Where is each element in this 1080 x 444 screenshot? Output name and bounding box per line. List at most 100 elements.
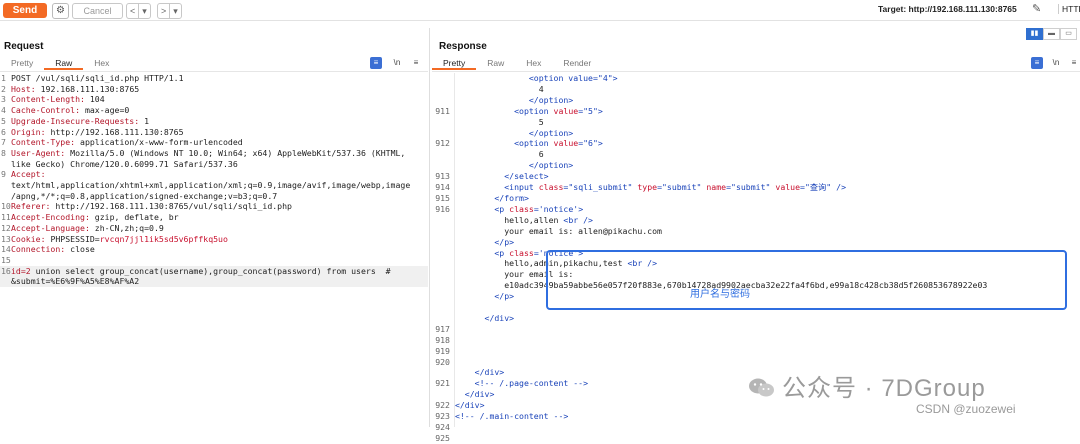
tabs-divider <box>0 71 428 72</box>
tabs-divider <box>432 71 1080 72</box>
response-tabs: Pretty Raw Hex Render <box>432 56 602 70</box>
line-number: 2 <box>1 83 6 94</box>
tab-raw[interactable]: Raw <box>44 56 84 70</box>
request-line: 13Cookie: PHPSESSID=rvcqn7jjl1ik5sd5v6pf… <box>0 234 428 245</box>
header-value: Mozilla/5.0 (Windows NT 10.0; Win64; x64… <box>65 147 406 158</box>
header-key: Origin: <box>11 126 46 137</box>
annotation-label: 用户名与密码 <box>690 289 750 300</box>
code-line: <option value="4"> <box>528 73 618 83</box>
tab-render[interactable]: Render <box>552 56 602 70</box>
request-line: 9 Accept: <box>0 169 428 180</box>
header-key: Upgrade-Insecure-Requests: <box>11 115 140 126</box>
line-number: 14 <box>1 244 11 255</box>
header-value: zh-CN,zh;q=0.9 <box>89 222 164 233</box>
request-line: 10Referer: http://192.168.111.130:8765/v… <box>0 201 428 212</box>
code-line: 924 <box>435 422 450 432</box>
wrap-toggle-icon[interactable]: ≡ <box>370 57 382 69</box>
watermark-text: 公众号 · 7DGroup <box>782 375 986 402</box>
request-editor[interactable]: 1 POST /vul/sqli/sqli_id.php HTTP/1.1 2 Hos… <box>0 73 428 288</box>
tab-raw[interactable]: Raw <box>476 56 515 70</box>
code-line: 914 <input class="sqli_submit" type="sub… <box>435 182 846 193</box>
request-line: 6 Origin: http://192.168.111.130:8765 <box>0 127 428 138</box>
request-line: text/html,application/xhtml+xml,applicat… <box>0 180 428 191</box>
header-key: id=2 <box>11 265 31 276</box>
request-line: 12Accept-Language: zh-CN,zh;q=0.9 <box>0 223 428 234</box>
layout-split-icon[interactable]: ▮▮ <box>1026 28 1043 40</box>
header-value: max-age=0 <box>80 105 130 116</box>
header-value: http://192.168.111.130:8765/vul/sqli/sql… <box>50 201 292 212</box>
back-button[interactable]: < <box>127 4 138 18</box>
forward-menu-button[interactable]: ▾ <box>169 4 181 18</box>
newline-toggle-icon[interactable]: \n <box>391 57 403 69</box>
request-line: 16id=2 union select group_concat(usernam… <box>0 265 428 277</box>
tab-pretty[interactable]: Pretty <box>432 56 477 70</box>
line-number: 10 <box>1 201 11 212</box>
line-number: 13 <box>1 233 11 244</box>
cancel-button[interactable]: Cancel <box>72 3 123 19</box>
code-line: 925 <box>435 432 450 443</box>
edit-target-icon[interactable]: ✎ <box>1032 2 1041 15</box>
header-key: Referer: <box>11 201 51 212</box>
code-line: 918 <box>435 334 450 345</box>
forward-nav: > ▾ <box>157 3 182 19</box>
header-key: Accept-Encoding: <box>11 212 90 223</box>
header-value: 192.168.111.130:8765 <box>35 83 140 94</box>
pane-divider[interactable] <box>429 28 430 427</box>
request-line: 2 Host: 192.168.111.130:8765 <box>0 84 428 95</box>
header-value: 1 <box>139 115 150 126</box>
newline-toggle-icon[interactable]: \n <box>1050 57 1062 69</box>
header-key: Accept: <box>11 169 46 180</box>
back-menu-button[interactable]: ▾ <box>138 4 150 18</box>
code-line: </p> <box>494 236 515 247</box>
request-tabs: Pretty Raw Hex <box>0 56 120 70</box>
send-button[interactable]: Send <box>3 3 47 18</box>
code-line: </option> <box>528 160 574 171</box>
header-key: Content-Length: <box>11 94 85 105</box>
request-line: 14Connection: close <box>0 244 428 255</box>
line-number: 9 <box>1 169 6 180</box>
request-title: Request <box>4 41 44 52</box>
header-value: text/html,application/xhtml+xml,applicat… <box>11 180 411 191</box>
header-value: union select group_concat(username),grou… <box>30 265 391 276</box>
code-line: hello,allen <br /> <box>504 214 593 225</box>
code-line: 915 </form> <box>435 192 529 203</box>
code-line: </p> <box>494 291 515 302</box>
menu-icon[interactable]: ≡ <box>410 57 422 69</box>
request-line: 15 <box>0 255 428 266</box>
code-line: 4 <box>538 83 544 94</box>
forward-button[interactable]: > <box>158 4 169 18</box>
layout-horizontal-icon[interactable]: ▬ <box>1043 28 1060 40</box>
tab-pretty[interactable]: Pretty <box>0 56 44 70</box>
response-title: Response <box>439 41 487 52</box>
wrap-toggle-icon[interactable]: ≡ <box>1031 57 1043 69</box>
layout-tabs-icon[interactable]: ▭ <box>1060 28 1077 40</box>
tab-hex[interactable]: Hex <box>515 56 552 70</box>
request-line: 11Accept-Encoding: gzip, deflate, br <box>0 212 428 223</box>
header-value: PHPSESSID= <box>45 233 100 244</box>
gear-icon[interactable]: ⚙ <box>52 3 69 19</box>
request-line: 8 User-Agent: Mozilla/5.0 (Windows NT 10.… <box>0 148 428 159</box>
line-number: 15 <box>1 254 11 265</box>
request-line: 4 Cache-Control: max-age=0 <box>0 105 428 116</box>
code-line: 912 <option value="6"> <box>435 138 603 149</box>
header-value: close <box>65 244 95 255</box>
code-line: 913 </select> <box>435 171 549 182</box>
line-number: 16 <box>1 265 11 276</box>
request-line: like Gecko) Chrome/120.0.6099.71 Safari/… <box>0 159 428 170</box>
code-line: 916 <p class='notice'> <box>435 203 584 214</box>
header-value: &submit=%E6%9F%A5%E8%AF%A2 <box>11 276 140 287</box>
header-key: Host: <box>11 83 36 94</box>
tab-hex[interactable]: Hex <box>83 56 120 70</box>
code-line: 920 <box>435 356 450 367</box>
code-line: 6 <box>538 149 544 160</box>
protocol-label[interactable]: HTTP <box>1058 4 1080 14</box>
back-nav: < ▾ <box>126 3 151 19</box>
request-line: /apng,*/*;q=0.8,application/signed-excha… <box>0 191 428 202</box>
menu-icon[interactable]: ≡ <box>1068 57 1080 69</box>
header-value: gzip, deflate, br <box>89 212 179 223</box>
code-line: 922 </div> <box>435 400 485 411</box>
line-number: 1 <box>1 73 6 83</box>
code-line: 923 <!-- /.main-content --> <box>435 411 569 422</box>
line-number: 11 <box>1 212 11 223</box>
